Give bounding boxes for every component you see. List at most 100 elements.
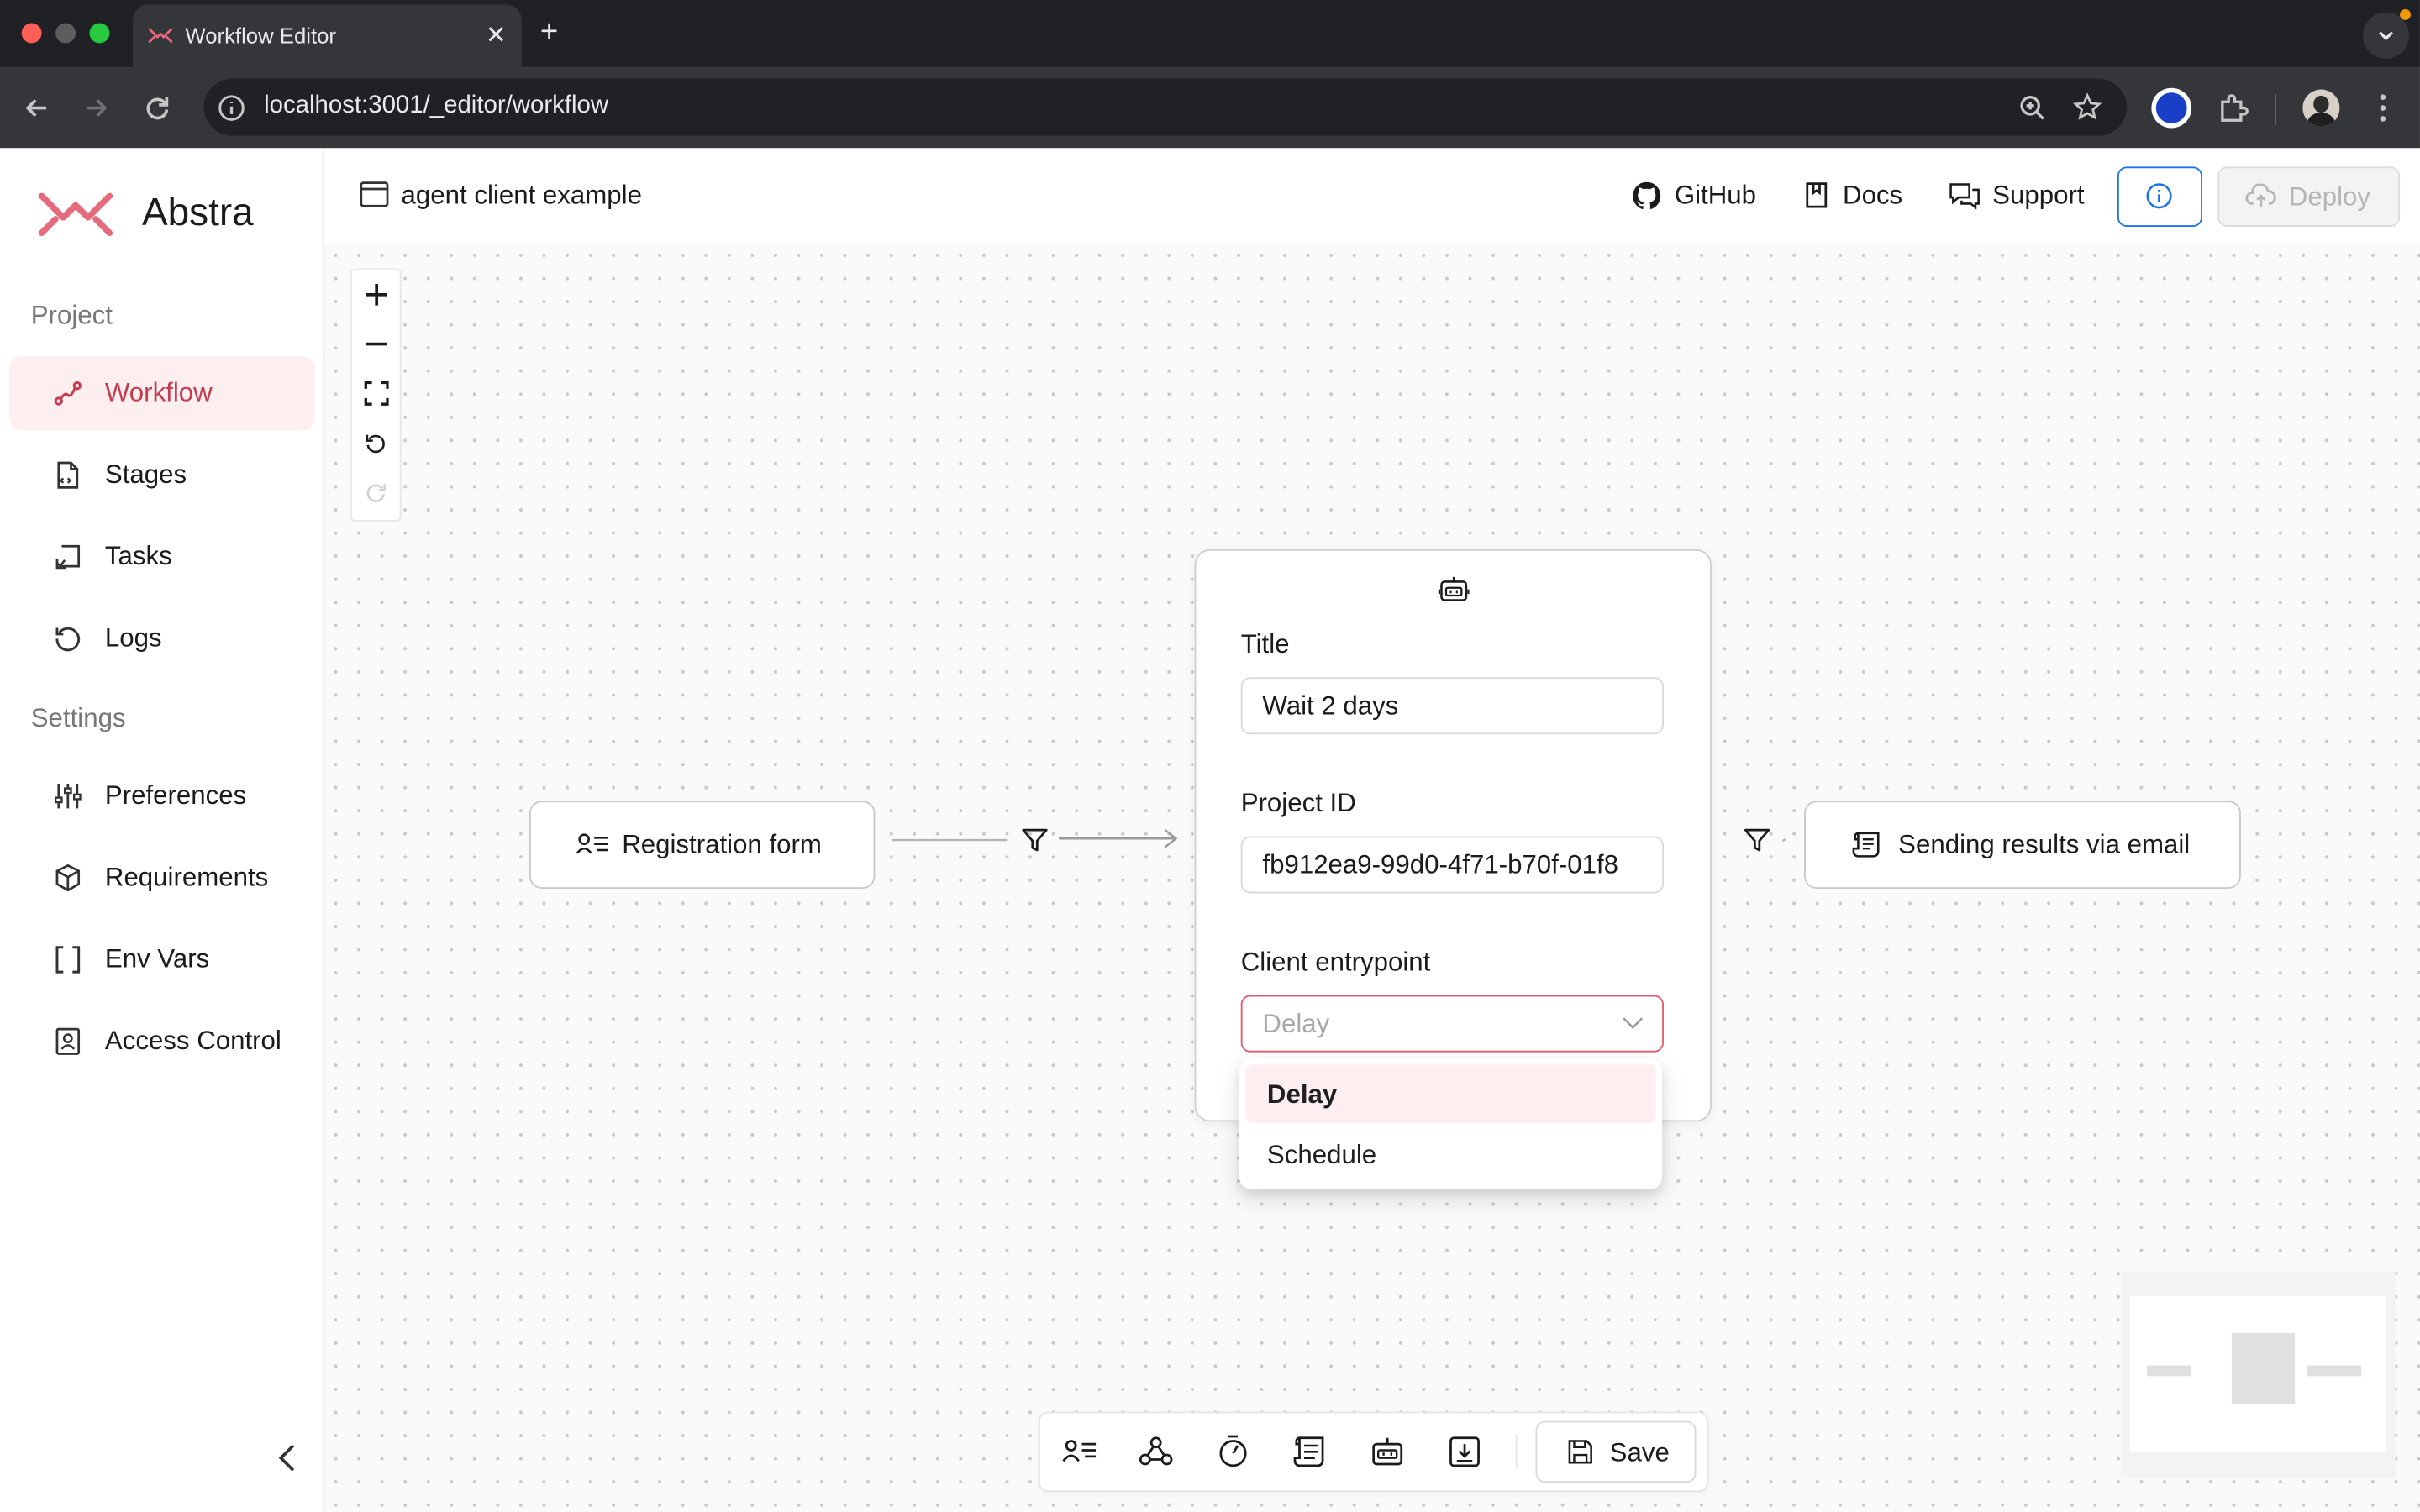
minimize-window-button[interactable] [55,23,76,44]
filter-icon[interactable] [1022,828,1048,853]
abstra-logo-icon[interactable] [37,188,114,240]
minimap-node [2146,1365,2192,1377]
browser-tab[interactable]: Workflow Editor ✕ [132,4,522,68]
save-icon [1568,1440,1592,1464]
tab-title: Workflow Editor [185,23,336,48]
sidebar-item-requirements[interactable]: Requirements [9,841,315,915]
support-link[interactable]: Support [1992,181,2084,212]
close-window-button[interactable] [21,23,42,44]
title-label: Title [1240,629,1290,659]
sidebar-item-tasks[interactable]: Tasks [9,520,315,594]
minimap-node [2231,1332,2296,1404]
save-button[interactable]: Save [1535,1420,1697,1483]
node-label: Registration form [622,830,822,860]
minimap-node [2307,1365,2362,1377]
abstra-favicon-icon [148,28,173,43]
brackets-icon [55,946,81,974]
sidebar-item-env-vars[interactable]: Env Vars [9,922,315,996]
sidebar-item-logs[interactable]: Logs [9,601,315,675]
script-icon [1852,832,1880,858]
github-link[interactable]: GitHub [1675,181,1756,212]
sidebar-item-label: Preferences [104,780,247,811]
collapse-sidebar-icon[interactable] [273,1441,304,1474]
form-icon [576,833,608,854]
fit-view-button[interactable] [352,369,400,418]
zoom-controls [350,268,402,522]
chevron-down-icon [1623,1017,1644,1030]
filter-icon[interactable] [1744,828,1770,853]
add-script-icon[interactable] [1292,1433,1328,1470]
option-label: Delay [1266,1079,1338,1110]
project-id-input[interactable]: fb912ea9-99d0-4f71-b70f-01f8 [1240,836,1664,894]
sidebar-item-label: Requirements [104,862,269,892]
workflow-canvas[interactable]: Registration form Sending results via em… [324,244,2420,1512]
edge-right [1781,838,1786,843]
redo-button[interactable] [352,468,400,517]
add-job-icon[interactable] [1214,1433,1251,1470]
avatar-body-icon [2307,113,2335,127]
option-schedule[interactable]: Schedule [1245,1125,1656,1184]
window-icon [360,181,389,207]
tasks-icon [55,544,81,570]
browser-tab-strip: Workflow Editor ✕ + [0,0,2420,68]
forward-arrow-icon[interactable] [81,92,112,123]
maximize-window-button[interactable] [89,23,110,44]
tab-close-icon[interactable]: ✕ [486,20,507,51]
minimap[interactable] [2120,1271,2396,1478]
add-agent-icon[interactable] [1369,1433,1406,1470]
app-header: agent client example GitHub Docs Support… [324,148,2420,246]
sidebar-item-workflow[interactable]: Workflow [9,356,315,431]
fullscreen-icon [363,381,388,406]
client-entrypoint-label: Client entrypoint [1240,947,1431,977]
sidebar-item-label: Access Control [104,1026,281,1056]
back-arrow-icon[interactable] [22,92,53,123]
option-label: Schedule [1266,1140,1377,1170]
sidebar-item-preferences[interactable]: Preferences [9,759,315,833]
undo-button[interactable] [352,418,400,468]
redo-icon [366,483,386,502]
history-icon [55,627,81,652]
workflow-icon [54,381,82,406]
reload-icon[interactable] [142,92,173,123]
option-delay[interactable]: Delay [1245,1064,1656,1124]
deploy-button[interactable]: Deploy [2217,166,2401,227]
sidebar-item-label: Stages [104,459,187,490]
sidebar: Abstra Project Workflow Stages Tasks Log… [0,148,324,1512]
docs-link[interactable]: Docs [1843,181,1902,212]
chat-icon [1949,183,1980,210]
kebab-menu-icon[interactable] [2370,92,2395,123]
address-bar[interactable]: localhost:3001/_editor/workflow [203,78,2127,136]
puzzle-extensions-icon[interactable] [2217,91,2250,124]
file-code-icon [57,461,79,489]
sidebar-item-access-control[interactable]: Access Control [9,1005,315,1079]
project-name[interactable]: agent client example [402,181,642,212]
toolbar-separator [2275,94,2277,125]
info-button[interactable] [2117,166,2202,227]
entrypoint-dropdown: Delay Schedule [1239,1058,1663,1190]
add-form-icon[interactable] [1060,1433,1097,1470]
client-entrypoint-select[interactable]: Delay [1240,995,1664,1053]
book-icon [1806,182,1828,208]
url-text: localhost:3001/_editor/workflow [264,92,609,119]
new-tab-icon[interactable]: + [540,15,558,50]
registration-form-node[interactable]: Registration form [529,801,876,889]
profile-avatar[interactable] [2302,89,2340,127]
site-info-icon[interactable] [218,94,245,122]
sending-results-node[interactable]: Sending results via email [1804,801,2241,889]
zoom-in-button[interactable] [352,270,400,319]
minus-icon [365,342,387,346]
zoom-out-button[interactable] [352,319,400,369]
sidebar-item-stages[interactable]: Stages [9,438,315,512]
notification-dot-icon [2400,9,2411,20]
add-hook-icon[interactable] [1138,1433,1175,1470]
title-input[interactable]: Wait 2 days [1240,677,1664,735]
package-icon [55,864,81,892]
node-toolbar: Save [1039,1411,1709,1493]
tab-search-button[interactable] [2362,9,2411,59]
bookmark-star-icon[interactable] [2072,92,2102,122]
add-download-icon[interactable] [1446,1433,1483,1470]
sidebar-item-label: Env Vars [104,944,210,974]
project-id-label: Project ID [1240,788,1356,818]
zoom-icon[interactable] [2018,94,2046,122]
extension-icon[interactable] [2151,87,2192,129]
